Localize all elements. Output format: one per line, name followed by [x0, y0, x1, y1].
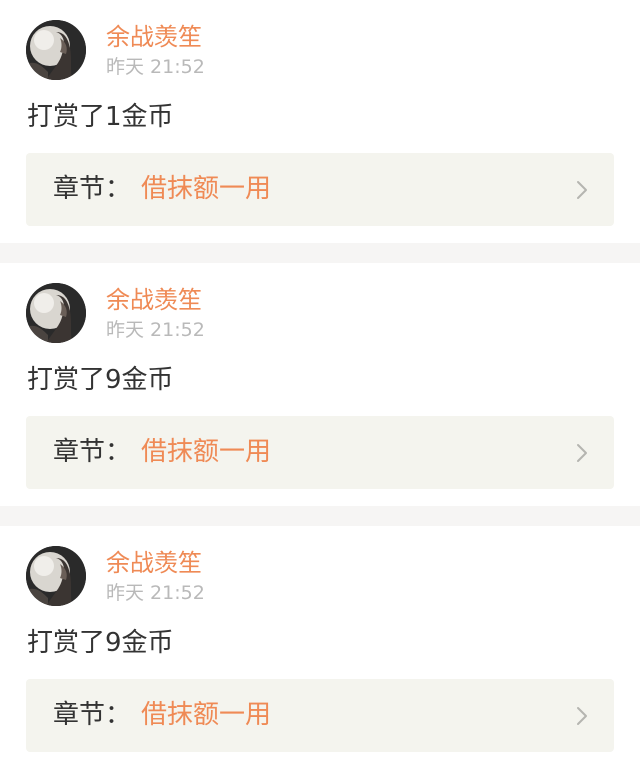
reward-entry: 余战羡笙 昨天 21:52 打赏了9金币 章节： 借抹额一用 — [0, 263, 640, 506]
username[interactable]: 余战羡笙 — [106, 22, 202, 52]
chapter-title: 借抹额一用 — [141, 437, 272, 467]
section-separator — [0, 506, 640, 526]
reward-text: 打赏了1金币 — [27, 102, 174, 132]
reward-text: 打赏了9金币 — [27, 365, 174, 395]
chevron-right-icon — [577, 707, 587, 725]
timestamp: 昨天 21:52 — [106, 319, 205, 341]
chapter-title: 借抹额一用 — [141, 700, 272, 730]
user-avatar[interactable] — [26, 283, 86, 343]
chapter-label: 章节： — [53, 700, 132, 730]
chevron-right-icon — [577, 444, 587, 462]
chapter-title: 借抹额一用 — [141, 174, 272, 204]
timestamp: 昨天 21:52 — [106, 582, 205, 604]
chapter-link-card[interactable]: 章节： 借抹额一用 — [26, 679, 614, 752]
user-avatar-icon — [26, 20, 86, 80]
user-avatar-icon — [26, 546, 86, 606]
reward-entry: 余战羡笙 昨天 21:52 打赏了9金币 章节： 借抹额一用 — [0, 526, 640, 769]
user-avatar[interactable] — [26, 546, 86, 606]
chapter-link-card[interactable]: 章节： 借抹额一用 — [26, 416, 614, 489]
reward-feed: 余战羡笙 昨天 21:52 打赏了1金币 章节： 借抹额一用 余战羡笙 昨天 2… — [0, 0, 640, 780]
chapter-label: 章节： — [53, 174, 132, 204]
username[interactable]: 余战羡笙 — [106, 285, 202, 315]
chevron-right-icon — [577, 181, 587, 199]
timestamp: 昨天 21:52 — [106, 56, 205, 78]
section-separator — [0, 243, 640, 263]
user-avatar[interactable] — [26, 20, 86, 80]
reward-entry: 余战羡笙 昨天 21:52 打赏了1金币 章节： 借抹额一用 — [0, 0, 640, 243]
user-avatar-icon — [26, 283, 86, 343]
reward-text: 打赏了9金币 — [27, 628, 174, 658]
chapter-label: 章节： — [53, 437, 132, 467]
username[interactable]: 余战羡笙 — [106, 548, 202, 578]
chapter-link-card[interactable]: 章节： 借抹额一用 — [26, 153, 614, 226]
